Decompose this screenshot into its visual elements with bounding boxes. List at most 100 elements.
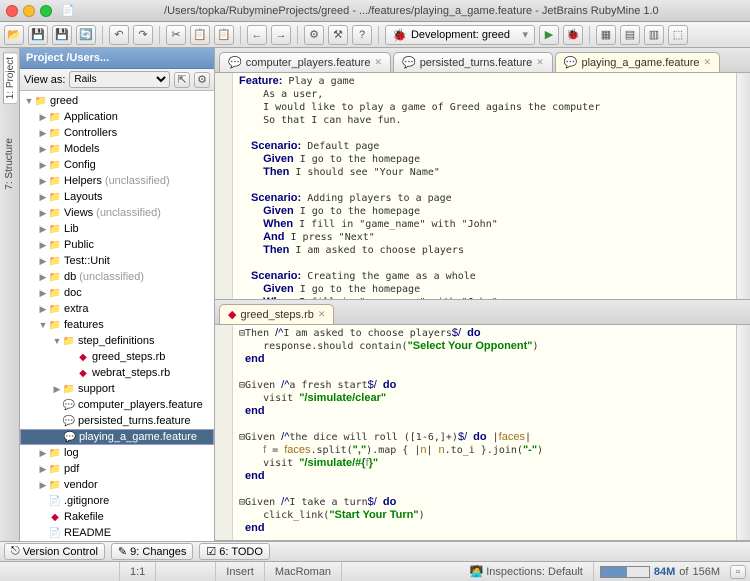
debug-button[interactable]: 🐞: [563, 25, 583, 45]
feature-editor[interactable]: Feature: Play a game As a user, I would …: [233, 73, 736, 299]
redo-button[interactable]: ↷: [133, 25, 153, 45]
panel-settings-button[interactable]: ⚙: [194, 72, 210, 88]
paste-button[interactable]: 📋: [214, 25, 234, 45]
copy-button[interactable]: 📋: [190, 25, 210, 45]
collapse-all-button[interactable]: ⇱: [174, 72, 190, 88]
editor-tab[interactable]: ◆greed_steps.rb✕: [219, 304, 334, 324]
tree-item[interactable]: 📁greed: [20, 93, 214, 109]
tree-arrow-icon[interactable]: [38, 256, 48, 267]
tree-arrow-icon[interactable]: [38, 304, 48, 315]
tree-arrow-icon[interactable]: [38, 128, 48, 139]
zoom-window-button[interactable]: [40, 5, 52, 17]
generate-button[interactable]: ⚒: [328, 25, 348, 45]
tree-item[interactable]: 📁Views(unclassified): [20, 205, 214, 221]
hide-tool-windows-button[interactable]: ▫: [730, 565, 746, 579]
save-button[interactable]: 💾: [28, 25, 48, 45]
editor-tab[interactable]: 💬persisted_turns.feature✕: [393, 52, 553, 72]
tree-item[interactable]: 📄README: [20, 525, 214, 541]
tree-item[interactable]: 📁Public: [20, 237, 214, 253]
settings-button[interactable]: ⚙: [304, 25, 324, 45]
undo-button[interactable]: ↶: [109, 25, 129, 45]
tree-arrow-icon[interactable]: [38, 224, 48, 235]
tree-item[interactable]: 📁doc: [20, 285, 214, 301]
tree-arrow-icon[interactable]: [38, 320, 48, 330]
tool1-button[interactable]: ▦: [596, 25, 616, 45]
scrollbar-vertical[interactable]: [736, 73, 750, 299]
tree-item[interactable]: ◆greed_steps.rb: [20, 349, 214, 365]
insert-mode-indicator[interactable]: Insert: [216, 562, 265, 581]
tree-arrow-icon[interactable]: [38, 176, 48, 187]
editor-tab[interactable]: 💬computer_players.feature✕: [219, 52, 391, 72]
tree-item[interactable]: 📁Lib: [20, 221, 214, 237]
close-tab-icon[interactable]: ✕: [536, 57, 544, 68]
close-tab-icon[interactable]: ✕: [374, 57, 382, 68]
tree-item[interactable]: 💬playing_a_game.feature: [20, 429, 214, 445]
tree-arrow-icon[interactable]: [38, 448, 48, 459]
todo-tab[interactable]: ☑6: TODO: [199, 543, 269, 560]
editor-tab[interactable]: 💬playing_a_game.feature✕: [555, 52, 720, 72]
tree-arrow-icon[interactable]: [38, 240, 48, 251]
tree-item[interactable]: 📁step_definitions: [20, 333, 214, 349]
cut-button[interactable]: ✂: [166, 25, 186, 45]
tree-arrow-icon[interactable]: [38, 288, 48, 299]
open-button[interactable]: 📂: [4, 25, 24, 45]
tree-arrow-icon[interactable]: [52, 384, 62, 395]
tree-arrow-icon[interactable]: [38, 272, 48, 283]
tool4-button[interactable]: ⬚: [668, 25, 688, 45]
tree-arrow-icon[interactable]: [38, 192, 48, 203]
tree-item-icon: 📁: [48, 176, 62, 187]
tree-item[interactable]: 📁Config: [20, 157, 214, 173]
back-button[interactable]: ←: [247, 25, 267, 45]
scrollbar-vertical[interactable]: [736, 325, 750, 540]
tree-item[interactable]: 📁Models: [20, 141, 214, 157]
view-as-select[interactable]: Rails: [69, 71, 170, 88]
tree-item[interactable]: 📁Application: [20, 109, 214, 125]
tree-item[interactable]: ◆Rakefile: [20, 509, 214, 525]
tree-item[interactable]: 📁Helpers(unclassified): [20, 173, 214, 189]
refresh-button[interactable]: 🔄: [76, 25, 96, 45]
tree-arrow-icon[interactable]: [38, 160, 48, 171]
tree-item[interactable]: 💬persisted_turns.feature: [20, 413, 214, 429]
run-config-selector[interactable]: 🐞 Development: greed ▾: [385, 25, 535, 45]
help-button[interactable]: ?: [352, 25, 372, 45]
tree-item[interactable]: 📁vendor: [20, 477, 214, 493]
run-button[interactable]: ▶: [539, 25, 559, 45]
tree-item[interactable]: 💬computer_players.feature: [20, 397, 214, 413]
tree-item[interactable]: 📁log: [20, 445, 214, 461]
save-all-button[interactable]: 💾: [52, 25, 72, 45]
tree-item[interactable]: 📁db(unclassified): [20, 269, 214, 285]
project-tool-tab[interactable]: 1: Project: [3, 52, 17, 104]
tree-item[interactable]: 📁Layouts: [20, 189, 214, 205]
version-control-tab[interactable]: ⎋Version Control: [4, 543, 105, 560]
tree-arrow-icon[interactable]: [38, 144, 48, 155]
steps-editor[interactable]: ⊟Then /^I am asked to choose players$/ d…: [233, 325, 736, 540]
close-window-button[interactable]: [6, 5, 18, 17]
inspections-indicator[interactable]: 🧑‍💻 Inspections: Default: [459, 562, 593, 581]
tool2-button[interactable]: ▤: [620, 25, 640, 45]
close-tab-icon[interactable]: ✕: [703, 57, 711, 68]
tree-arrow-icon[interactable]: [38, 480, 48, 491]
tree-item[interactable]: ◆webrat_steps.rb: [20, 365, 214, 381]
memory-indicator[interactable]: 84M of 156M: [594, 566, 726, 578]
tree-item[interactable]: 📁support: [20, 381, 214, 397]
tree-arrow-icon[interactable]: [38, 112, 48, 123]
close-tab-icon[interactable]: ✕: [318, 309, 326, 320]
forward-button[interactable]: →: [271, 25, 291, 45]
tree-item[interactable]: 📁Test::Unit: [20, 253, 214, 269]
tree-arrow-icon[interactable]: [38, 464, 48, 475]
tree-item[interactable]: 📁pdf: [20, 461, 214, 477]
encoding-indicator[interactable]: MacRoman: [265, 562, 342, 581]
tree-arrow-icon[interactable]: [38, 208, 48, 219]
tree-arrow-icon[interactable]: [24, 96, 34, 106]
structure-tool-tab[interactable]: 7: Structure: [3, 134, 16, 194]
project-tree[interactable]: 📁greed📁Application📁Controllers📁Models📁Co…: [20, 91, 214, 541]
line-col-indicator[interactable]: 1:1: [120, 562, 156, 581]
minimize-window-button[interactable]: [23, 5, 35, 17]
changes-tab[interactable]: ✎9: Changes: [111, 543, 193, 560]
tree-arrow-icon[interactable]: [52, 336, 62, 346]
tree-item[interactable]: 📄.gitignore: [20, 493, 214, 509]
tree-item[interactable]: 📁features: [20, 317, 214, 333]
tree-item[interactable]: 📁Controllers: [20, 125, 214, 141]
tool3-button[interactable]: ▥: [644, 25, 664, 45]
tree-item[interactable]: 📁extra: [20, 301, 214, 317]
